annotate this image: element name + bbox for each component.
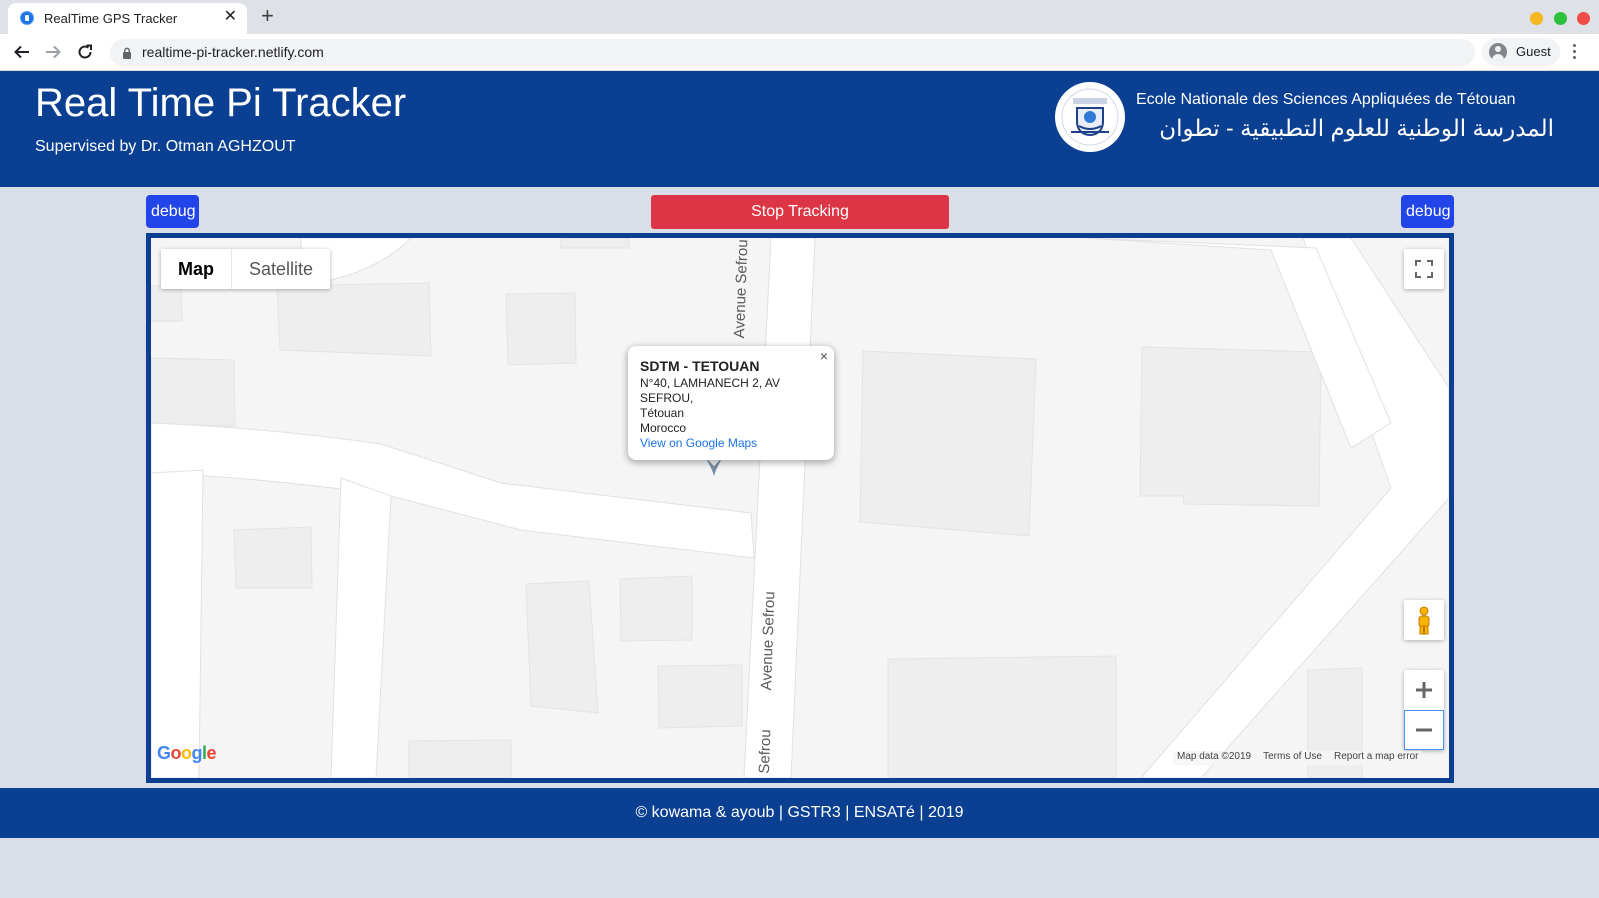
site-footer: © kowama & ayoub | GSTR3 | ENSATé | 2019 — [0, 788, 1599, 838]
address-bar[interactable]: realtime-pi-tracker.netlify.com — [110, 39, 1475, 66]
info-window-title: SDTM - TETOUAN — [640, 358, 760, 374]
info-window-address-line: N°40, LAMHANECH 2, AV — [640, 376, 780, 390]
view-on-google-maps-link[interactable]: View on Google Maps — [640, 436, 822, 451]
map-type-map-button[interactable]: Map — [161, 249, 231, 289]
close-window-button[interactable] — [1577, 12, 1590, 25]
info-window: × SDTM - TETOUAN N°40, LAMHANECH 2, AV S… — [628, 346, 834, 460]
street-label: Avenue Sefrou — [731, 239, 752, 339]
map-attribution: Map data ©2019 Terms of Use Report a map… — [1173, 751, 1423, 765]
pegman-icon[interactable] — [1404, 600, 1444, 640]
street-label: Avenue Sefrou — [758, 591, 779, 691]
map-type-satellite-button[interactable]: Satellite — [231, 249, 330, 289]
page-subtitle: Supervised by Dr. Otman AGHZOUT — [35, 138, 296, 155]
location-marker-icon[interactable] — [704, 456, 724, 483]
google-logo[interactable]: Google — [157, 743, 217, 764]
browser-menu-icon[interactable] — [1573, 44, 1577, 62]
profile-button[interactable]: Guest — [1482, 38, 1560, 66]
info-window-address-line: Morocco — [640, 421, 687, 435]
footer-text: © kowama & ayoub | GSTR3 | ENSATé | 2019 — [635, 804, 964, 821]
maximize-window-button[interactable] — [1554, 12, 1567, 25]
browser-tab[interactable]: RealTime GPS Tracker ✕ — [8, 3, 247, 34]
profile-label: Guest — [1516, 44, 1551, 59]
page-title: Real Time Pi Tracker — [35, 81, 407, 125]
school-name-fr: Ecole Nationale des Sciences Appliquées … — [1136, 91, 1516, 108]
map-type-control: Map Satellite — [161, 249, 331, 289]
browser-toolbar: realtime-pi-tracker.netlify.com Guest — [0, 34, 1599, 71]
back-arrow-icon[interactable] — [10, 40, 34, 64]
street-label: Avenue Sefrou — [754, 729, 775, 783]
tab-title: RealTime GPS Tracker — [44, 11, 178, 26]
map-data-label: Map data ©2019 — [1177, 751, 1252, 762]
map-container[interactable]: Avenue Sefrou Avenue Sefrou Avenue Sefro… — [146, 233, 1454, 783]
map-streets-layer — [151, 238, 1449, 778]
browser-tabstrip: RealTime GPS Tracker ✕ + — [0, 0, 1599, 34]
zoom-in-icon[interactable] — [1404, 670, 1444, 710]
zoom-control — [1404, 670, 1444, 750]
info-window-address-line: SEFROU, — [640, 391, 694, 405]
school-logo — [1055, 82, 1125, 152]
zoom-out-icon[interactable] — [1404, 710, 1444, 750]
reload-icon[interactable] — [73, 40, 97, 64]
debug-button-right[interactable]: debug — [1401, 195, 1454, 228]
guest-avatar-icon — [1489, 43, 1507, 61]
close-icon[interactable]: × — [820, 348, 828, 364]
new-tab-icon[interactable]: + — [261, 4, 274, 28]
fullscreen-icon[interactable] — [1404, 249, 1444, 289]
info-window-address-line: Tétouan — [640, 406, 685, 420]
stop-tracking-button[interactable]: Stop Tracking — [651, 195, 949, 229]
close-tab-icon[interactable]: ✕ — [224, 8, 237, 26]
lock-icon — [122, 46, 132, 64]
site-header: Real Time Pi Tracker Supervised by Dr. O… — [0, 71, 1599, 187]
terms-of-use-link[interactable]: Terms of Use — [1263, 751, 1322, 765]
minimize-window-button[interactable] — [1530, 12, 1543, 25]
report-map-error-link[interactable]: Report a map error — [1334, 751, 1418, 765]
debug-button-left[interactable]: debug — [146, 195, 199, 228]
favicon-icon — [20, 11, 34, 25]
url-text: realtime-pi-tracker.netlify.com — [142, 44, 324, 60]
forward-arrow-icon[interactable] — [41, 40, 65, 64]
school-name-ar: المدرسة الوطنية للعلوم التطبيقية - تطوان — [1159, 115, 1554, 141]
